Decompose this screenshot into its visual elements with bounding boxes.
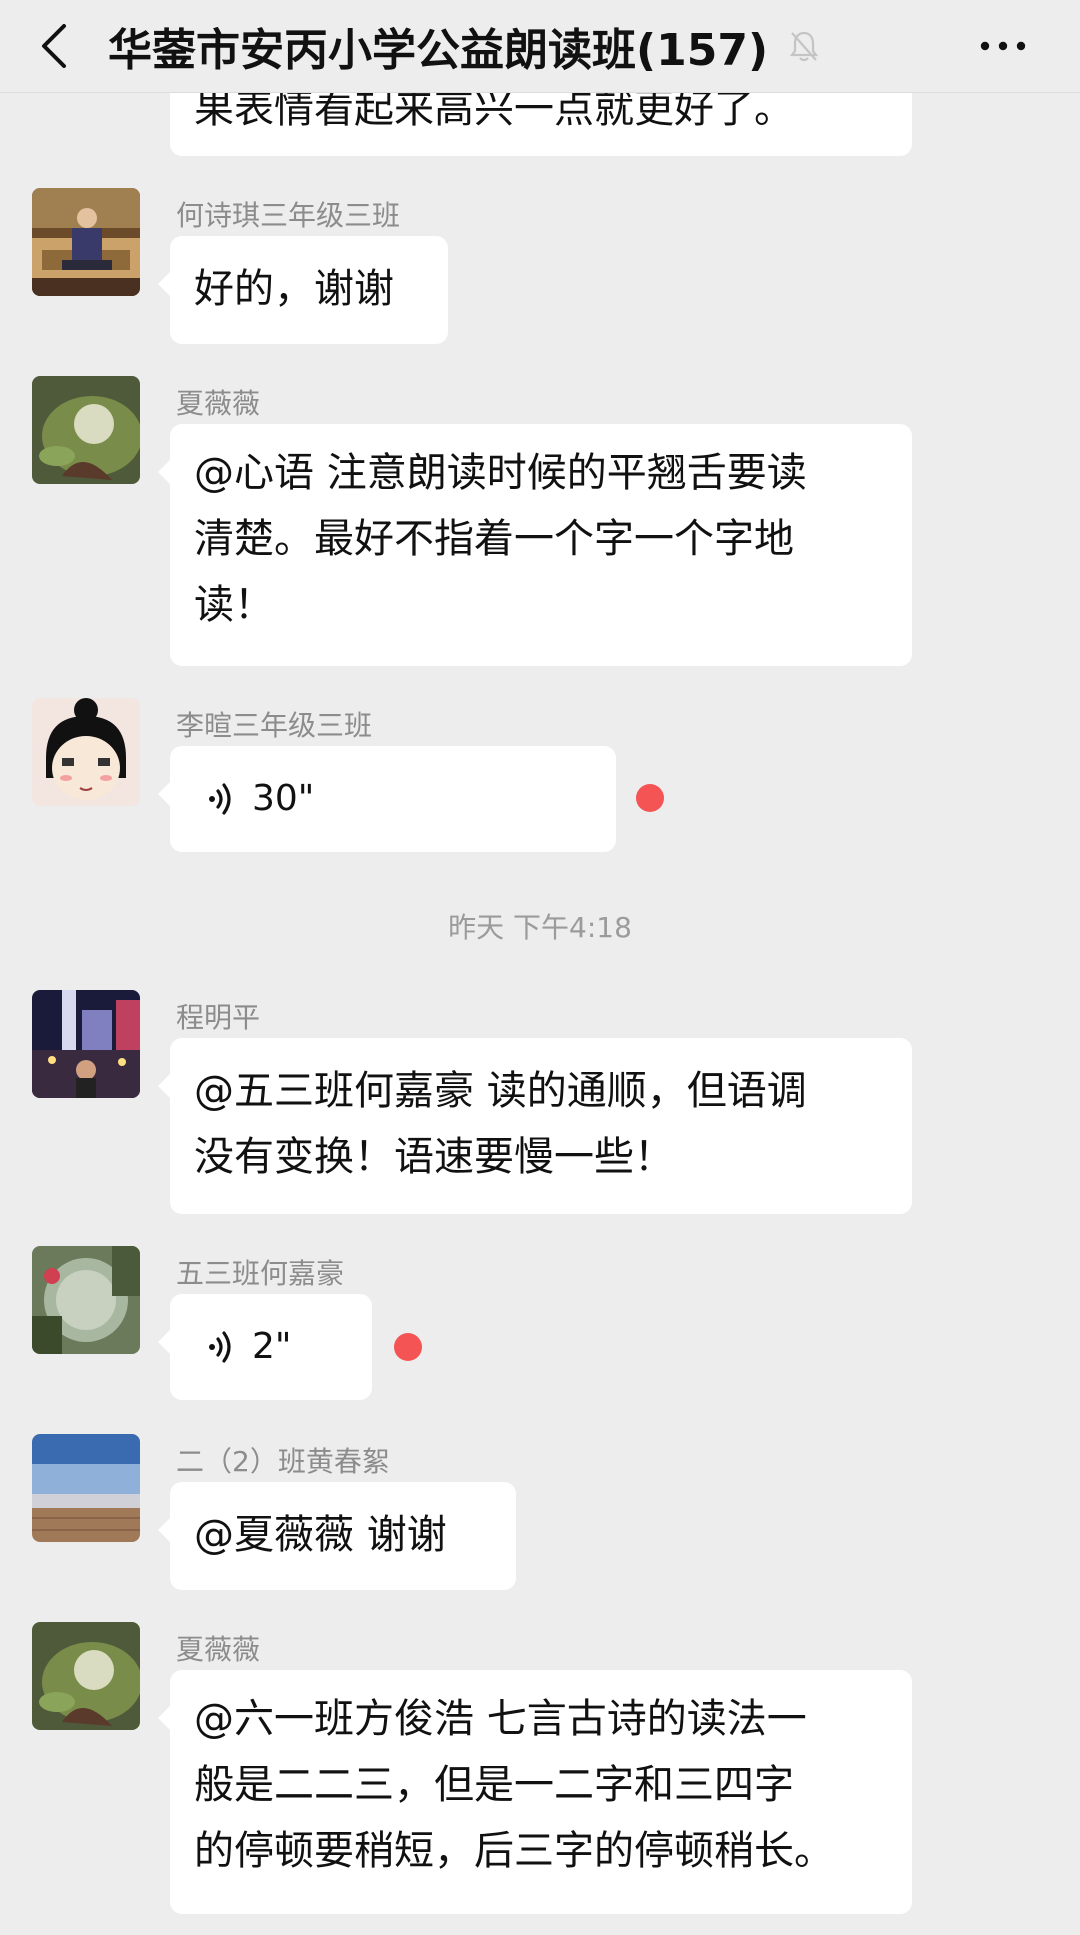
voice-wave-icon <box>209 783 231 815</box>
message-bubble[interactable]: @六一班方俊浩 七言古诗的读法一 般是二二三，但是一二字和三四字 的停顿要稍短，… <box>158 1670 912 1914</box>
message-list[interactable]: 果表情看起来高兴一点就更好了。 何诗琪三年级三班 好的，谢谢 夏薇薇 @心语 注… <box>0 0 1080 1935</box>
message-line: 读！ <box>194 582 274 628</box>
sender-name: 二（2）班黄春絮 <box>176 1445 390 1478</box>
unread-dot <box>394 1333 422 1361</box>
message-line: @六一班方俊浩 七言古诗的读法一 <box>194 1696 807 1742</box>
message-line: 没有变换！语速要慢一些！ <box>194 1134 674 1180</box>
voice-duration: 2" <box>252 1326 292 1367</box>
sender-name: 程明平 <box>176 1001 261 1034</box>
message-bubble[interactable]: @夏薇薇 谢谢 <box>158 1482 516 1590</box>
message-text: @夏薇薇 谢谢 <box>194 1512 447 1558</box>
avatar-image <box>32 376 140 484</box>
message-bubble[interactable]: @心语 注意朗读时候的平翘舌要读 清楚。最好不指着一个字一个字地 读！ <box>158 424 912 666</box>
message-line: 清楚。最好不指着一个字一个字地 <box>194 516 794 562</box>
avatar[interactable] <box>32 698 140 806</box>
message-bubble[interactable]: @五三班何嘉豪 读的通顺，但语调 没有变换！语速要慢一些！ <box>158 1038 912 1214</box>
sender-name: 夏薇薇 <box>176 387 261 420</box>
message-text: 好的，谢谢 <box>194 266 394 312</box>
sender-name: 五三班何嘉豪 <box>176 1257 345 1290</box>
sender-name: 夏薇薇 <box>176 1633 261 1666</box>
avatar[interactable] <box>32 376 140 484</box>
chat-title: 华蓥市安丙小学公益朗读班(157) <box>108 25 769 76</box>
message-bubble[interactable]: 好的，谢谢 <box>158 236 448 344</box>
avatar-image <box>32 188 140 296</box>
avatar-image <box>32 1622 140 1730</box>
avatar-image <box>32 1434 140 1542</box>
voice-message-bubble[interactable]: 30" <box>158 746 616 852</box>
timestamp: 昨天 下午4:18 <box>448 911 632 944</box>
avatar[interactable] <box>32 1246 140 1354</box>
title-group: 华蓥市安丙小学公益朗读班(157) <box>108 0 822 92</box>
message-line: 的停顿要稍短，后三字的停顿稍长。 <box>194 1828 834 1874</box>
avatar[interactable] <box>32 990 140 1098</box>
title-bar: 华蓥市安丙小学公益朗读班(157) <box>0 0 1080 93</box>
more-options-icon[interactable] <box>976 28 1030 64</box>
message-line: @心语 注意朗读时候的平翘舌要读 <box>194 450 807 496</box>
avatar[interactable] <box>32 1622 140 1730</box>
avatar-image <box>32 990 140 1098</box>
avatar-image <box>32 1246 140 1354</box>
unread-dot <box>636 784 664 812</box>
voice-wave-icon <box>209 1331 231 1363</box>
avatar-image <box>32 698 140 806</box>
avatar[interactable] <box>32 188 140 296</box>
sender-name: 何诗琪三年级三班 <box>176 199 401 232</box>
message-line: 般是二二三，但是一二字和三四字 <box>194 1762 794 1808</box>
mute-bell-icon <box>789 31 819 62</box>
avatar[interactable] <box>32 1434 140 1542</box>
message-line: @五三班何嘉豪 读的通顺，但语调 <box>194 1068 807 1114</box>
voice-message-bubble[interactable]: 2" <box>158 1294 372 1400</box>
voice-duration: 30" <box>252 778 315 819</box>
sender-name: 李暄三年级三班 <box>176 709 373 742</box>
back-arrow-icon[interactable] <box>34 18 74 74</box>
